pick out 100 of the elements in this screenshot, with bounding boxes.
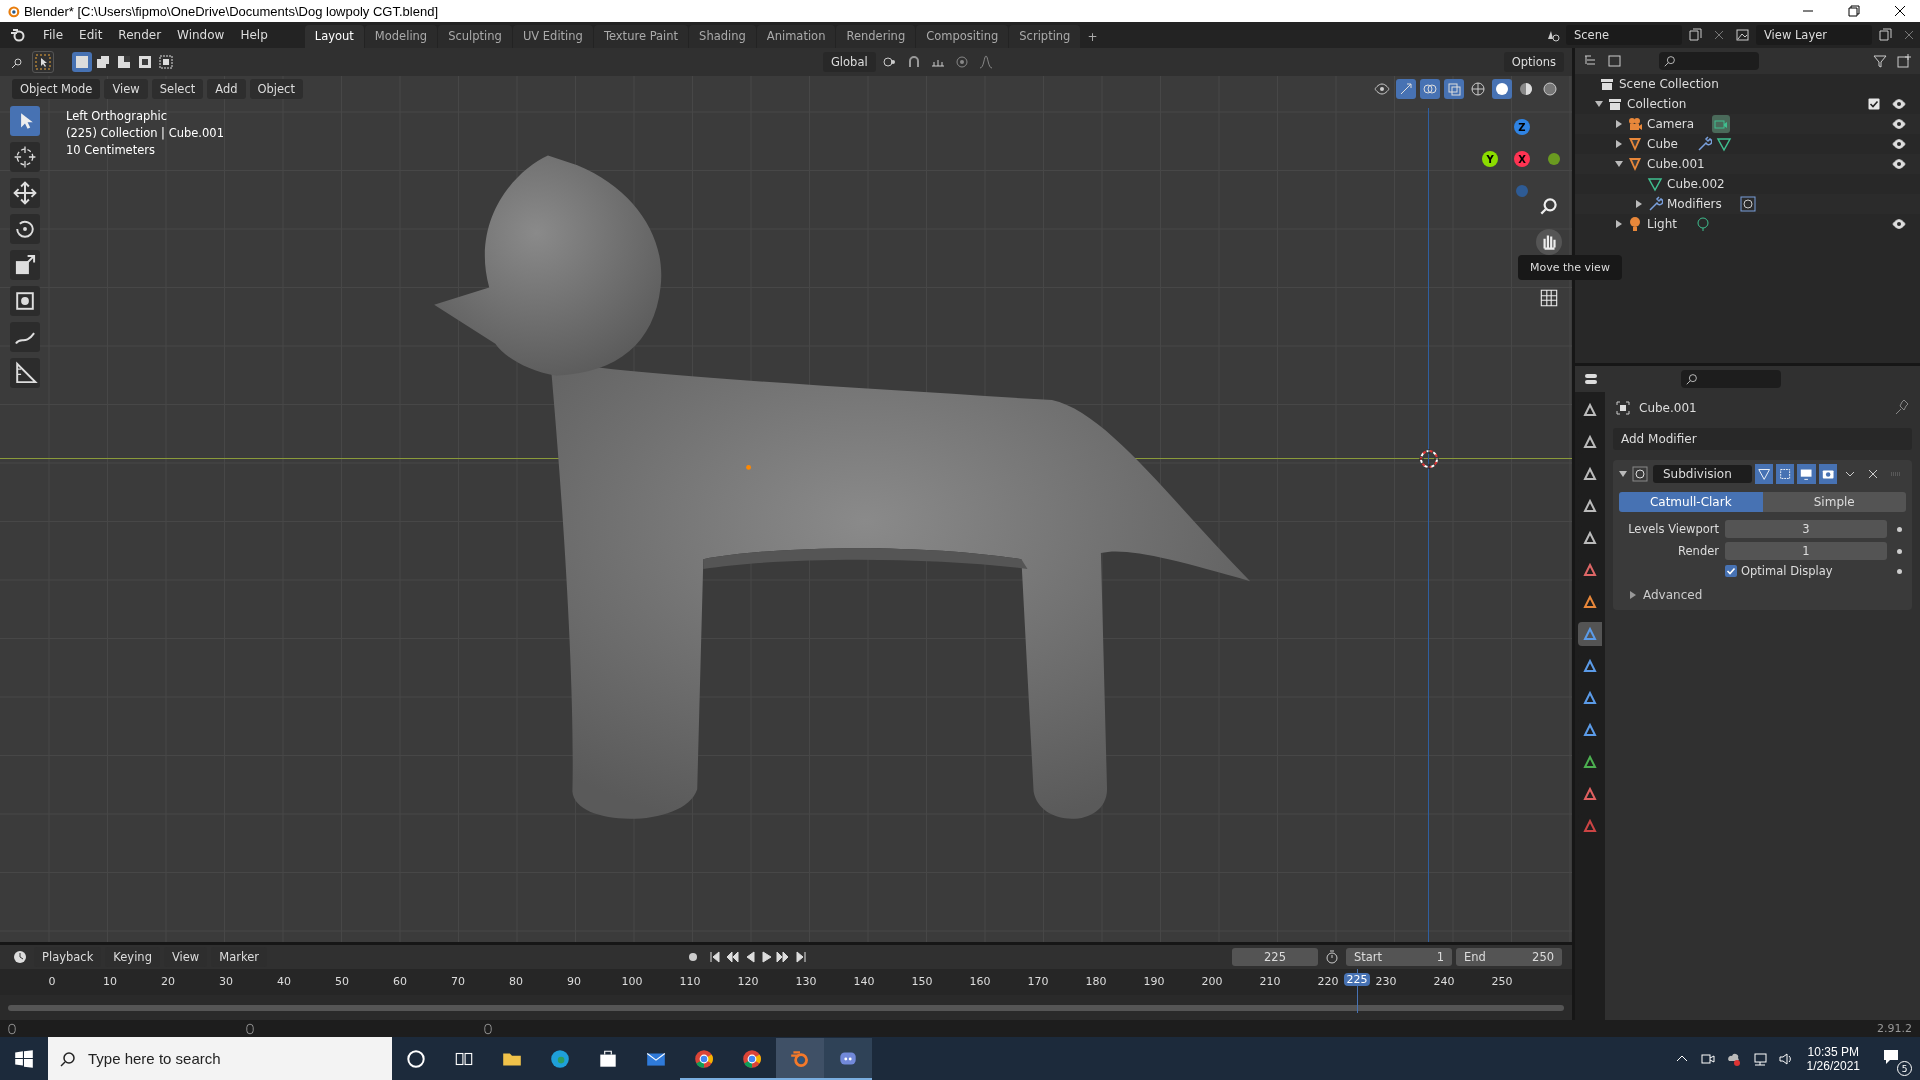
outliner-item[interactable]: Modifiers <box>1667 197 1722 211</box>
workspace-tab[interactable]: Rendering <box>836 25 916 48</box>
disclosure-triangle-icon[interactable] <box>1619 470 1627 478</box>
scene-field[interactable]: Scene <box>1566 25 1682 45</box>
gizmo-toggle-icon[interactable] <box>1396 79 1416 99</box>
intersect-selection-icon[interactable] <box>156 52 176 72</box>
options-dropdown[interactable]: Options <box>1503 52 1564 72</box>
view-menu-item[interactable]: Select <box>151 79 204 99</box>
menu-item[interactable]: Render <box>111 25 169 45</box>
checkbox-label[interactable]: Optimal Display <box>1741 564 1833 578</box>
search-field[interactable] <box>1659 52 1759 70</box>
workspace-tab[interactable]: Animation <box>756 25 836 48</box>
disclosure-triangle-icon[interactable] <box>1615 220 1623 228</box>
menu-item[interactable]: File <box>36 25 71 45</box>
axis-gizmo-dot[interactable] <box>1516 185 1528 197</box>
keyframe-dot-icon[interactable] <box>1897 526 1902 532</box>
view-menu-item[interactable]: Object <box>249 79 303 99</box>
subdivision-type-tab[interactable]: Simple <box>1762 492 1906 512</box>
blender-app-icon[interactable] <box>776 1037 824 1080</box>
end-frame-field[interactable]: End 250 <box>1456 948 1562 966</box>
cage-toggle-icon[interactable] <box>1776 464 1795 484</box>
rotate-tool-icon[interactable] <box>10 214 40 244</box>
subdivision-type-tab[interactable]: Catmull-Clark <box>1619 492 1763 512</box>
axis-gizmo-dot[interactable] <box>1548 153 1560 165</box>
eye-icon[interactable] <box>1892 138 1906 150</box>
overlay-toggle-icon[interactable] <box>1420 79 1440 99</box>
keyframe-dot-icon[interactable] <box>1897 568 1902 574</box>
solid-shading-icon[interactable] <box>1492 79 1512 99</box>
taskbar-search-field[interactable]: Type here to search <box>86 1049 370 1068</box>
axis-gizmo-ball[interactable]: Y <box>1482 151 1498 167</box>
outliner-item[interactable]: Cube.001 <box>1647 157 1705 171</box>
eye-icon[interactable] <box>1892 158 1906 170</box>
mode-dropdown[interactable]: Object Mode <box>12 79 101 99</box>
wireframe-shading-icon[interactable] <box>1468 79 1488 99</box>
outliner-item[interactable]: Scene Collection <box>1619 77 1719 91</box>
transform-tool-icon[interactable] <box>10 286 40 316</box>
workspace-tab[interactable]: Compositing <box>916 25 1009 48</box>
annotate-tool-icon[interactable] <box>10 322 40 352</box>
disclosure-triangle-icon[interactable] <box>1615 160 1623 168</box>
search-box[interactable]: Type here to search <box>48 1037 392 1080</box>
number-field[interactable]: 1 <box>1725 542 1887 560</box>
disclosure-triangle-icon[interactable] <box>1629 591 1637 599</box>
disclosure-triangle-icon[interactable] <box>1615 140 1623 148</box>
copy-icon[interactable] <box>1877 27 1893 43</box>
axis-gizmo-ball[interactable]: Z <box>1514 119 1530 135</box>
workspace-tab[interactable]: UV Editing <box>512 25 593 48</box>
playhead-frame[interactable]: 225 <box>1344 973 1370 986</box>
copy-icon[interactable] <box>1687 27 1703 43</box>
add-modifier-dropdown[interactable]: Add Modifier <box>1613 428 1912 450</box>
start-frame-field[interactable]: Start 1 <box>1346 948 1452 966</box>
keyframe-dot-icon[interactable] <box>1897 548 1902 554</box>
menu-item[interactable]: Window <box>170 25 232 45</box>
outliner-item[interactable]: Cube.002 <box>1667 177 1725 191</box>
eye-icon[interactable] <box>1892 218 1906 230</box>
search-field[interactable] <box>1681 370 1781 388</box>
restore-icon[interactable] <box>1848 5 1860 17</box>
number-field[interactable]: 3 <box>1725 520 1887 538</box>
disclosure-triangle-icon[interactable] <box>1615 120 1623 128</box>
workspace-tab[interactable]: Scripting <box>1009 25 1081 48</box>
menu-item[interactable]: Edit <box>72 25 110 45</box>
hand-icon[interactable] <box>1536 229 1562 255</box>
add-workspace-button[interactable]: + <box>1081 26 1104 48</box>
network-icon[interactable] <box>1751 1050 1768 1067</box>
rendered-shading-icon[interactable] <box>1540 79 1560 99</box>
view-menu-item[interactable]: View <box>104 79 148 99</box>
clock[interactable]: 10:35 PM 1/26/2021 <box>1806 1044 1860 1073</box>
orientation-dropdown[interactable]: Global <box>822 52 876 72</box>
blender-logo-icon[interactable] <box>10 27 26 43</box>
outliner-item[interactable]: Cube <box>1647 137 1678 151</box>
checkbox[interactable] <box>1725 565 1737 577</box>
eye-icon[interactable] <box>1892 118 1906 130</box>
modifier-name-field[interactable]: Subdivision <box>1653 465 1752 483</box>
cursor-tool-icon[interactable] <box>10 142 40 172</box>
move-tool-icon[interactable] <box>10 178 40 208</box>
checkbox[interactable] <box>1868 98 1880 110</box>
disclosure-triangle-icon[interactable] <box>1595 100 1603 108</box>
scale-tool-icon[interactable] <box>10 250 40 280</box>
chat-app-icon[interactable] <box>824 1037 872 1080</box>
notification-icon[interactable] <box>1881 1047 1901 1067</box>
select-tool-icon[interactable] <box>10 106 40 136</box>
close-icon[interactable] <box>1894 5 1906 17</box>
axis-gizmo-ball[interactable]: X <box>1514 151 1530 167</box>
xray-toggle-icon[interactable] <box>1444 79 1464 99</box>
measure-tool-icon[interactable] <box>10 358 40 388</box>
scrollbar[interactable] <box>8 1004 1564 1011</box>
outliner-item[interactable]: Camera <box>1647 117 1695 131</box>
new-collection-icon[interactable] <box>1894 51 1914 71</box>
workspace-tab[interactable]: Texture Paint <box>593 25 689 48</box>
workspace-tab[interactable]: Shading <box>689 25 756 48</box>
disclosure-triangle-icon[interactable] <box>1635 200 1643 208</box>
new-selection-icon[interactable] <box>72 52 92 72</box>
monitor-icon[interactable] <box>1797 464 1816 484</box>
menu-item[interactable]: Help <box>233 25 275 45</box>
select-tool-icon[interactable] <box>32 51 54 73</box>
outliner-item[interactable]: Collection <box>1627 97 1687 111</box>
workspace-tab[interactable]: Modeling <box>364 25 438 48</box>
workspace-tab[interactable]: Sculpting <box>438 25 512 48</box>
outliner-item[interactable]: Light <box>1647 217 1677 231</box>
speaker-icon[interactable] <box>1777 1050 1794 1067</box>
workspace-tab[interactable]: Layout <box>304 25 364 48</box>
